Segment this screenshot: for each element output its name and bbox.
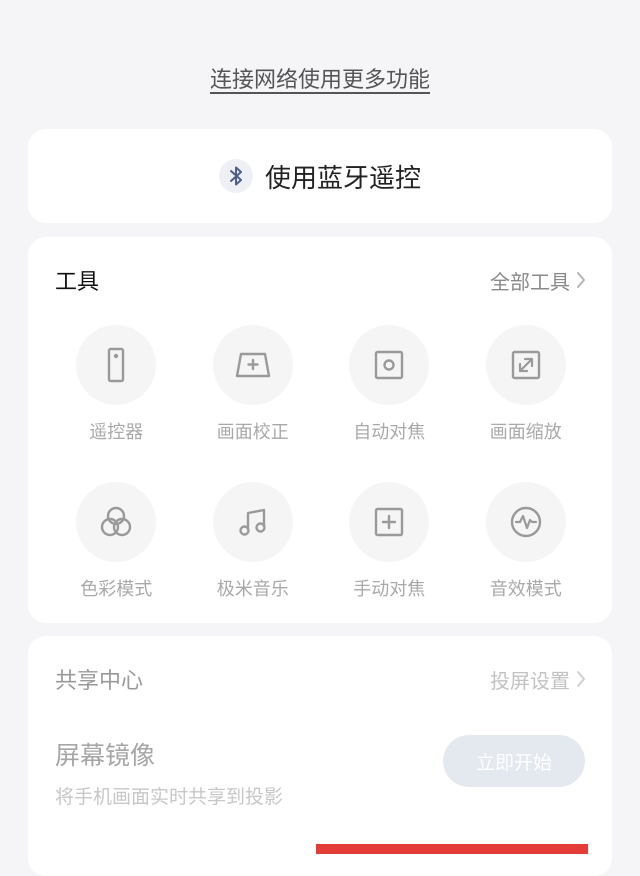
tool-label: 画面缩放: [489, 422, 562, 443]
tool-label: 色彩模式: [80, 579, 153, 600]
tool-zoom[interactable]: 画面缩放: [458, 325, 595, 444]
bottom-red-bar: [316, 844, 588, 854]
remote-icon: [76, 325, 157, 405]
start-mirror-button[interactable]: 立即开始: [443, 735, 585, 787]
tools-title: 工具: [55, 270, 100, 295]
tools-card: 工具 全部工具 遥控器 画面校正 自动对焦 画面缩放 色彩模式 极米音乐 手动对…: [28, 237, 612, 623]
tool-label: 自动对焦: [353, 422, 426, 443]
tools-header: 工具 全部工具: [55, 263, 586, 297]
zoom-icon: [485, 325, 566, 405]
share-center-card: 共享中心 投屏设置 屏幕镜像 将手机画面实时共享到投影 立即开始: [28, 636, 612, 876]
music-icon: [212, 482, 293, 562]
cast-settings-link[interactable]: 投屏设置: [490, 665, 586, 694]
keystone-icon: [212, 325, 293, 405]
manual-focus-icon: [349, 482, 430, 562]
tool-keystone[interactable]: 画面校正: [185, 325, 322, 444]
chevron-right-icon: [577, 272, 585, 288]
tool-label: 极米音乐: [216, 579, 289, 600]
screen-mirror-description: 将手机画面实时共享到投影: [55, 786, 284, 808]
tool-label: 遥控器: [89, 422, 144, 443]
tool-manual-focus[interactable]: 手动对焦: [321, 482, 458, 601]
cast-settings-label: 投屏设置: [490, 668, 570, 693]
tool-sound-effect[interactable]: 音效模式: [458, 482, 595, 601]
bluetooth-label: 使用蓝牙遥控: [264, 163, 421, 194]
tool-remote[interactable]: 遥控器: [48, 325, 185, 444]
bluetooth-remote-button[interactable]: 使用蓝牙遥控: [28, 129, 612, 223]
tool-label: 手动对焦: [353, 579, 426, 600]
autofocus-icon: [349, 325, 430, 405]
screen-mirror-title: 屏幕镜像: [55, 741, 156, 770]
tools-grid: 遥控器 画面校正 自动对焦 画面缩放 色彩模式 极米音乐 手动对焦 音效模式: [48, 325, 594, 601]
color-mode-icon: [76, 482, 157, 562]
all-tools-label: 全部工具: [490, 269, 570, 294]
tool-music[interactable]: 极米音乐: [185, 482, 322, 601]
all-tools-link[interactable]: 全部工具: [490, 266, 586, 295]
share-header: 共享中心 投屏设置: [55, 662, 586, 696]
chevron-right-icon: [577, 671, 585, 687]
tool-autofocus[interactable]: 自动对焦: [321, 325, 458, 444]
connect-network-link[interactable]: 连接网络使用更多功能: [0, 62, 640, 94]
sound-effect-icon: [485, 482, 566, 562]
tool-label: 画面校正: [216, 422, 289, 443]
tool-color-mode[interactable]: 色彩模式: [48, 482, 185, 601]
share-title: 共享中心: [55, 669, 144, 694]
bluetooth-icon: [218, 159, 253, 193]
tool-label: 音效模式: [489, 579, 562, 600]
